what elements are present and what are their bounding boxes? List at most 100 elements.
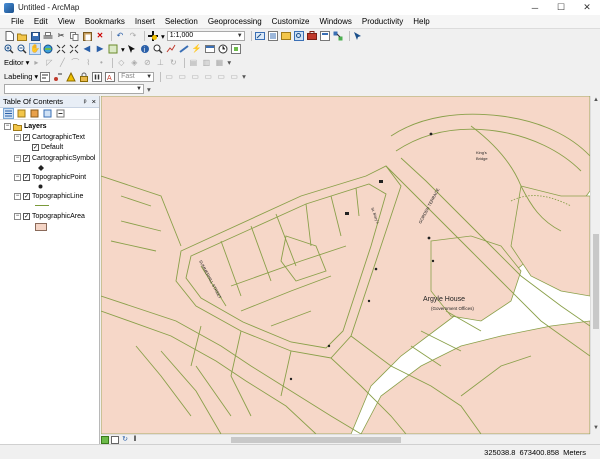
full-extent-icon[interactable]	[43, 44, 53, 54]
view-unplaced-labels-icon[interactable]: A	[105, 71, 116, 82]
menu-selection[interactable]: Selection	[160, 15, 203, 29]
map-horizontal-scrollbar[interactable]	[141, 436, 590, 444]
zoom-out-icon[interactable]	[17, 44, 27, 54]
menu-edit[interactable]: Edit	[29, 15, 53, 29]
cut-icon[interactable]: ✂	[56, 31, 66, 41]
text-toolbar-options-icon[interactable]: ▾	[147, 85, 151, 94]
list-by-visibility-icon[interactable]	[30, 109, 39, 118]
menu-insert[interactable]: Insert	[130, 15, 160, 29]
menu-customize[interactable]: Customize	[267, 15, 315, 29]
menu-help[interactable]: Help	[408, 15, 434, 29]
measure-icon[interactable]	[179, 44, 189, 54]
labeling-toolbar-options-icon[interactable]: ▾	[242, 72, 246, 81]
undo-icon[interactable]: ↶	[115, 31, 125, 41]
save-icon[interactable]	[30, 31, 40, 41]
map-scale-combo[interactable]: 1:1,000 ▼	[166, 31, 245, 41]
time-slider-icon[interactable]	[218, 44, 228, 54]
collapse-icon[interactable]: −	[4, 123, 11, 130]
list-by-drawing-order-icon[interactable]	[3, 108, 14, 119]
delete-icon[interactable]: ✕	[95, 31, 105, 41]
layers-root[interactable]: − Layers	[4, 122, 47, 131]
menu-file[interactable]: File	[6, 15, 29, 29]
class-visibility-checkbox[interactable]: ✓	[32, 144, 39, 151]
text-input-field[interactable]: ▼	[4, 84, 144, 94]
modelbuilder-icon[interactable]	[333, 31, 343, 41]
map-canvas[interactable]: Argyle House (Government Offices) King's…	[101, 96, 590, 434]
scroll-thumb[interactable]	[231, 436, 401, 443]
paste-icon[interactable]	[82, 31, 92, 41]
layer-cartographic-text[interactable]: − ✓ CartographicText	[14, 133, 85, 142]
toc-close-icon[interactable]: ×	[92, 97, 96, 106]
layer-topographic-area[interactable]: − ✓ TopographicArea	[14, 212, 85, 221]
layer-cartographic-symbol[interactable]: − ✓ CartographicSymbol	[14, 154, 95, 163]
labeling-dropdown-icon[interactable]: ▾	[34, 72, 38, 81]
select-dropdown-icon[interactable]: ▾	[121, 45, 125, 54]
editor-toolbar-options-icon[interactable]: ▾	[227, 58, 231, 67]
layer-visibility-checkbox[interactable]: ✓	[23, 155, 30, 162]
editor-toolbar-icon[interactable]	[254, 31, 265, 41]
menu-bookmarks[interactable]: Bookmarks	[80, 15, 130, 29]
label-weight-icon[interactable]	[66, 71, 76, 82]
new-document-icon[interactable]	[4, 31, 14, 41]
layer-visibility-checkbox[interactable]: ✓	[23, 134, 30, 141]
forward-extent-icon[interactable]: ▶	[95, 44, 105, 54]
python-window-icon[interactable]	[319, 31, 330, 41]
help-pointer-icon[interactable]	[353, 31, 363, 41]
data-view-icon[interactable]	[101, 435, 109, 444]
scroll-down-icon[interactable]: ▼	[592, 425, 600, 433]
label-manager-icon[interactable]	[40, 71, 51, 82]
pause-drawing-icon[interactable]: ‖	[131, 436, 139, 444]
map-vertical-scrollbar[interactable]: ▲ ▼	[590, 96, 600, 434]
layer-visibility-checkbox[interactable]: ✓	[23, 213, 30, 220]
arctoolbox-icon[interactable]	[306, 31, 317, 41]
editor-menu[interactable]: Editor	[4, 58, 24, 67]
collapse-icon[interactable]: −	[14, 134, 21, 141]
refresh-icon[interactable]: ↻	[121, 436, 129, 444]
lock-labels-icon[interactable]	[79, 72, 89, 82]
menu-view[interactable]: View	[53, 15, 80, 29]
layout-view-icon[interactable]	[111, 435, 119, 444]
find-route-icon[interactable]	[166, 44, 176, 54]
label-priority-icon[interactable]	[53, 72, 63, 82]
find-icon[interactable]	[153, 44, 163, 54]
menu-geoprocessing[interactable]: Geoprocessing	[203, 15, 267, 29]
fixed-zoom-in-icon[interactable]	[56, 44, 66, 54]
minimize-button[interactable]: ─	[522, 1, 548, 15]
search-window-icon[interactable]	[293, 31, 304, 41]
zoom-in-icon[interactable]	[4, 44, 14, 54]
scroll-thumb[interactable]	[593, 234, 599, 329]
select-by-rectangle-icon[interactable]	[108, 44, 118, 54]
back-extent-icon[interactable]: ◀	[82, 44, 92, 54]
layer-topographic-point[interactable]: − ✓ TopographicPoint	[14, 173, 86, 182]
layer-topographic-line[interactable]: − ✓ TopographicLine	[14, 192, 83, 201]
hyperlink-icon[interactable]: ⚡	[192, 44, 202, 54]
editor-dropdown-icon[interactable]: ▾	[26, 58, 30, 67]
list-by-source-icon[interactable]	[17, 109, 26, 118]
label-quality-combo[interactable]: Fast ▼	[118, 71, 155, 82]
add-data-dropdown-icon[interactable]: ▾	[161, 32, 165, 41]
menu-windows[interactable]: Windows	[314, 15, 356, 29]
collapse-icon[interactable]: −	[14, 155, 21, 162]
pause-labeling-icon[interactable]	[92, 71, 103, 82]
select-elements-icon[interactable]	[127, 44, 137, 54]
labeling-menu[interactable]: Labeling	[4, 72, 32, 81]
fixed-zoom-out-icon[interactable]	[69, 44, 79, 54]
open-folder-icon[interactable]	[17, 31, 27, 41]
html-popup-icon[interactable]	[204, 44, 215, 54]
list-by-selection-icon[interactable]	[43, 109, 52, 118]
print-icon[interactable]	[43, 31, 53, 41]
redo-icon[interactable]: ↷	[128, 31, 138, 41]
layer-visibility-checkbox[interactable]: ✓	[23, 193, 30, 200]
add-data-icon[interactable]	[148, 31, 158, 41]
layer-cartographic-text-default[interactable]: ✓ Default	[32, 143, 63, 152]
collapse-icon[interactable]: −	[14, 193, 21, 200]
catalog-window-icon[interactable]	[280, 31, 291, 41]
collapse-icon[interactable]: −	[14, 174, 21, 181]
pin-icon[interactable]: ᵖ	[84, 97, 87, 106]
close-button[interactable]: ✕	[574, 1, 600, 15]
toc-options-icon[interactable]	[56, 109, 65, 118]
scroll-up-icon[interactable]: ▲	[592, 97, 600, 105]
pan-hand-icon[interactable]: ✋	[29, 43, 41, 55]
identify-icon[interactable]: i	[140, 44, 150, 54]
maximize-button[interactable]: ☐	[548, 1, 574, 15]
